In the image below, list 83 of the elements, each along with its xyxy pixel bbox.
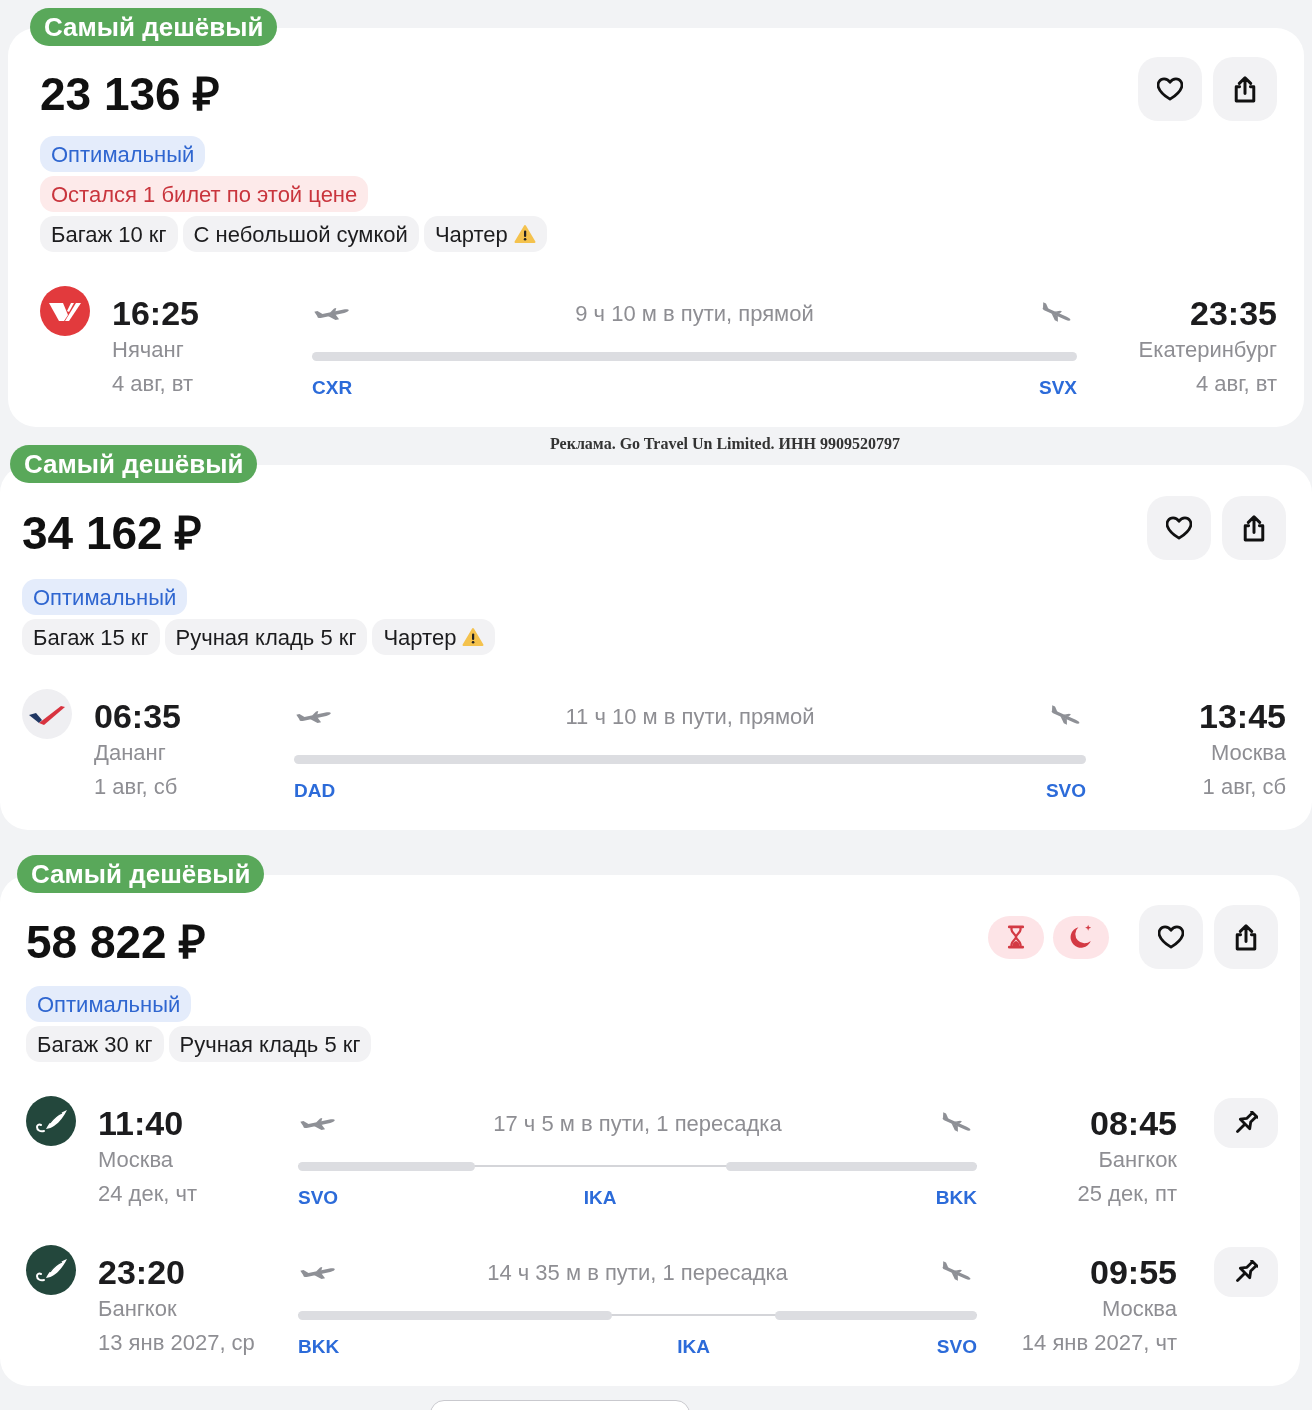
arrival-city: Екатеринбург xyxy=(1138,336,1277,364)
feature-tag: Багаж 15 кг xyxy=(22,619,160,655)
departure-time: 23:20 xyxy=(98,1252,185,1292)
arrival-time: 09:55 xyxy=(1090,1252,1177,1292)
feature-tag: Багаж 10 кг xyxy=(40,216,178,252)
best-price-badge: Самый дешёвый xyxy=(10,445,258,483)
arrival-date: 1 авг, сб xyxy=(1202,773,1286,801)
departure-city: Нячанг xyxy=(112,336,184,364)
highlight-tag: Оптимальный xyxy=(26,986,192,1022)
warning-icon xyxy=(513,224,536,244)
feature-tag: С небольшой сумкой xyxy=(182,216,419,252)
arrival-date: 14 янв 2027, чт xyxy=(1021,1329,1177,1357)
price: 23 136 ₽ xyxy=(40,71,221,117)
arrival-time: 08:45 xyxy=(1090,1103,1177,1143)
duration-text: 17 ч 5 м в пути, 1 пересадка xyxy=(493,1109,782,1138)
share-button[interactable] xyxy=(1214,905,1278,969)
departure-date: 4 авг, вт xyxy=(112,370,194,398)
feature-tag: Ручная кладь 5 кг xyxy=(164,619,368,655)
airline-logo xyxy=(22,689,72,739)
highlight-tag: Оптимальный xyxy=(22,579,188,615)
origin-airport-code: SVO xyxy=(298,1189,339,1207)
share-icon xyxy=(1235,923,1257,951)
duration-text: 14 ч 35 м в пути, 1 пересадка xyxy=(487,1258,788,1287)
heart-icon xyxy=(1166,516,1192,540)
hourglass-icon xyxy=(1007,925,1025,949)
feature-tag: Багаж 30 кг xyxy=(26,1026,164,1062)
arrival-time: 23:35 xyxy=(1190,293,1277,333)
airline-logo xyxy=(26,1096,76,1146)
feature-tag-text: Чартер xyxy=(434,220,508,249)
share-icon xyxy=(1243,514,1265,542)
arrival-city: Москва xyxy=(1210,739,1286,767)
best-price-badge: Самый дешёвый xyxy=(30,8,278,46)
departure-date: 13 янв 2027, ср xyxy=(98,1329,255,1357)
duration-text: 11 ч 10 м в пути, прямой xyxy=(565,702,815,731)
airline-logo xyxy=(26,1245,76,1295)
airline-logo xyxy=(40,286,90,336)
departure-city: Дананг xyxy=(94,739,166,767)
pin-icon xyxy=(1234,1111,1258,1135)
heart-icon xyxy=(1157,77,1183,101)
night-alert-button[interactable] xyxy=(1053,915,1109,959)
arrival-city: Москва xyxy=(1101,1295,1177,1323)
destination-airport-code: SVO xyxy=(936,1338,977,1356)
moon-icon xyxy=(1068,924,1094,950)
departure-time: 06:35 xyxy=(94,696,181,736)
favorite-button[interactable] xyxy=(1139,905,1203,969)
price: 34 162 ₽ xyxy=(22,510,203,556)
origin-airport-code: CXR xyxy=(312,379,353,397)
share-button[interactable] xyxy=(1222,496,1286,560)
departure-city: Бангкок xyxy=(98,1295,177,1323)
pin-button[interactable] xyxy=(1214,1247,1278,1297)
transfer-airport-code: IKA xyxy=(677,1338,710,1356)
destination-airport-code: SVX xyxy=(1038,379,1077,397)
destination-airport-code: SVO xyxy=(1045,782,1086,800)
departure-city: Москва xyxy=(98,1146,174,1174)
pin-button[interactable] xyxy=(1214,1098,1278,1148)
heart-icon xyxy=(1158,925,1184,949)
favorite-button[interactable] xyxy=(1138,57,1202,121)
share-button[interactable] xyxy=(1213,57,1277,121)
ad-notice: Реклама. Go Travel Un Limited. ИНН 9909520797 xyxy=(550,435,900,453)
origin-airport-code: DAD xyxy=(294,782,336,800)
highlight-tag: Оптимальный xyxy=(40,136,206,172)
warning-icon xyxy=(462,627,485,647)
departure-time: 11:40 xyxy=(98,1103,184,1143)
best-price-badge: Самый дешёвый xyxy=(17,855,265,893)
arrival-date: 25 дек, пт xyxy=(1077,1180,1177,1208)
price: 58 822 ₽ xyxy=(26,919,207,965)
feature-tag: Ручная кладь 5 кг xyxy=(168,1026,372,1062)
favorite-button[interactable] xyxy=(1147,496,1211,560)
share-icon xyxy=(1234,75,1256,103)
pin-icon xyxy=(1234,1260,1258,1284)
transfer-airport-code: IKA xyxy=(583,1189,617,1207)
arrival-date: 4 авг, вт xyxy=(1195,370,1277,398)
duration-alert-button[interactable] xyxy=(988,915,1044,959)
alert-tag: Остался 1 билет по этой цене xyxy=(40,176,369,212)
duration-text: 9 ч 10 м в пути, прямой xyxy=(575,299,814,328)
departure-date: 24 дек, чт xyxy=(98,1180,198,1208)
origin-airport-code: BKK xyxy=(298,1338,340,1356)
departure-time: 16:25 xyxy=(112,293,199,333)
arrival-time: 13:45 xyxy=(1199,696,1286,736)
feature-tag-text: Чартер xyxy=(383,623,457,652)
destination-airport-code: BKK xyxy=(935,1189,977,1207)
departure-date: 1 авг, сб xyxy=(94,773,178,801)
arrival-city: Бангкок xyxy=(1098,1146,1177,1174)
